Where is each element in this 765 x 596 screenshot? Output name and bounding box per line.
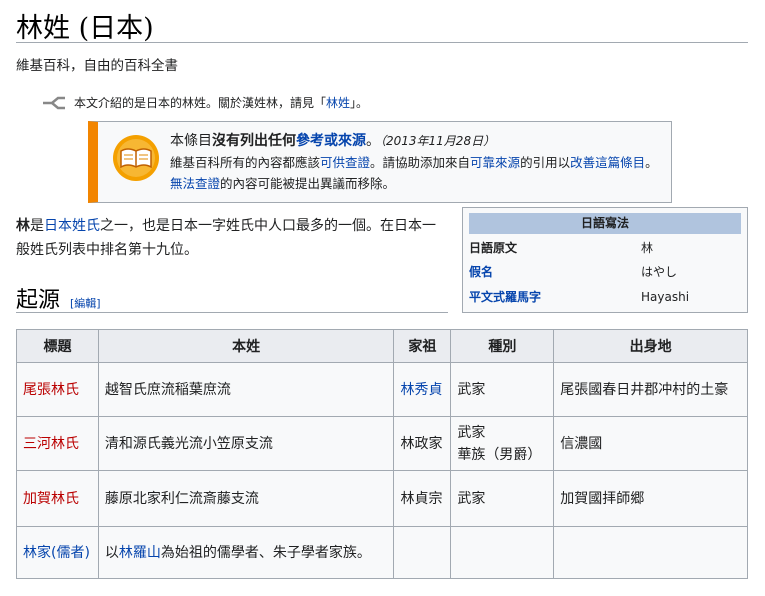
infobox-row: 平文式羅馬字 Hayashi [469,285,741,309]
column-header: 家祖 [393,329,452,363]
section-title: 起源 [16,288,61,313]
references-link[interactable]: 參考或來源 [296,133,366,149]
title-divider [16,42,748,43]
notice-date: （2013年11月28日） [380,134,496,148]
origin-cell: 越智氏庶流稲葉庶流 [97,362,395,417]
no-references-notice: 本條目沒有列出任何參考或來源。（2013年11月28日） 維基百科所有的內容都應… [88,121,672,203]
birthplace-cell [553,526,748,579]
hatnote-link-lin-surname[interactable]: 林姓 [326,94,350,111]
notice-line1-end: 。 [366,133,380,149]
hayashi-razan-link[interactable]: 林羅山 [119,545,161,561]
hepburn-romanization-link[interactable]: 平文式羅馬字 [469,285,541,309]
notice-text-a: 維基百科所有的內容都應該 [170,155,321,170]
page-title: 林姓 (日本) [16,13,154,44]
infobox-row: 日語原文 林 [469,236,741,260]
origin-text-pre: 以 [104,544,119,561]
clan-link[interactable]: 加賀林氏 [23,491,79,507]
hatnote: 本文介紹的是日本的林姓。關於漢姓林，請見「 林姓 」。 [42,94,368,111]
notice-line1-bold: 沒有列出任何 [212,133,296,149]
table-header-row: 標題 本姓 家祖 種別 出身地 [16,329,748,363]
section-heading-origin: 起源 [編輯] [16,282,101,314]
type-cell: 武家 [450,362,555,417]
notice-line1-prefix: 本條目 [170,133,212,149]
origin-cell: 以林羅山為始祖的儒學者、朱子學者家族。 [97,526,395,579]
infobox-key: 日語原文 [469,241,518,255]
clans-table: 標題 本姓 家祖 種別 出身地 尾張林氏 越智氏庶流稲葉庶流 林秀貞 武家 尾張… [16,329,748,579]
unverifiable-link[interactable]: 無法查證 [170,176,220,191]
birthplace-cell: 加賀國拝師郷 [553,470,748,527]
kana-link[interactable]: 假名 [469,260,493,284]
clan-link[interactable]: 三河林氏 [23,436,79,452]
table-row: 加賀林氏 藤原北家利仁流斎藤支流 林貞宗 武家 加賀國拝師郷 [16,470,748,527]
hatnote-text-after: 」。 [350,96,369,110]
hatnote-text-before: 本文介紹的是日本的林姓。關於漢姓林，請見「 [74,96,327,110]
infobox-row: 假名 はやし [469,260,741,284]
type-cell: 武家 [450,470,555,527]
table-row: 林家(儒者) 以林羅山為始祖的儒學者、朱子學者家族。 [16,526,748,579]
table-row: 尾張林氏 越智氏庶流稲葉庶流 林秀貞 武家 尾張國春日井郡冲村的土豪 [16,362,748,417]
infobox-title: 日語寫法 [469,213,741,234]
improve-article-link[interactable]: 改善這篇條目 [570,155,645,170]
birthplace-cell: 信濃國 [553,416,748,471]
table-row: 三河林氏 清和源氏義光流小笠原支流 林政家 武家 華族（男爵） 信濃國 [16,416,748,471]
birthplace-cell: 尾張國春日井郡冲村的土豪 [553,362,748,417]
notice-text-d: 。 [645,155,658,170]
type-cell: 武家 華族（男爵） [450,416,555,471]
column-header: 標題 [16,329,99,363]
founder-cell: 林政家 [393,416,452,471]
founder-link[interactable]: 林秀貞 [400,382,442,398]
notice-text-b: 。請協助添加來自 [370,155,471,170]
origin-cell: 清和源氏義光流小笠原支流 [97,416,395,471]
clan-link[interactable]: 林家(儒者) [23,545,90,561]
infobox-value: Hayashi [641,290,690,304]
japanese-surnames-link[interactable]: 日本姓氏 [44,218,100,234]
lead-paragraph: 林是日本姓氏之一，也是日本一字姓氏中人口最多的一個。在日本一般姓氏列表中排名第十… [16,214,446,262]
book-icon [113,135,159,181]
column-header: 種別 [450,329,555,363]
infobox-value: 林 [641,241,654,255]
column-header: 本姓 [97,329,395,363]
notice-text: 本條目沒有列出任何參考或來源。（2013年11月28日） 維基百科所有的內容都應… [170,130,661,194]
origin-text-post: 為始祖的儒學者、朱子學者家族。 [160,544,371,561]
notice-text-e: 的內容可能被提出異議而移除。 [220,176,396,191]
lead-bold-term: 林 [16,218,30,234]
disambiguation-icon [43,96,65,109]
notice-text-c: 的引用以 [520,155,571,170]
column-header: 出身地 [553,329,748,363]
clan-link[interactable]: 尾張林氏 [23,382,79,398]
type-cell [450,526,555,579]
section-divider [16,312,448,313]
reliable-sources-link[interactable]: 可靠來源 [470,155,520,170]
site-subtitle: 維基百科，自由的百科全書 [16,58,178,74]
origin-cell: 藤原北家利仁流斎藤支流 [97,470,395,527]
edit-section-link[interactable]: [編輯] [70,297,101,310]
founder-cell: 林貞宗 [393,470,452,527]
lead-text-a: 是 [30,218,44,234]
infobox: 日語寫法 日語原文 林 假名 はやし 平文式羅馬字 Hayashi [462,207,748,313]
verifiability-link[interactable]: 可供查證 [320,155,370,170]
infobox-value: はやし [641,265,678,279]
founder-cell [393,526,452,579]
